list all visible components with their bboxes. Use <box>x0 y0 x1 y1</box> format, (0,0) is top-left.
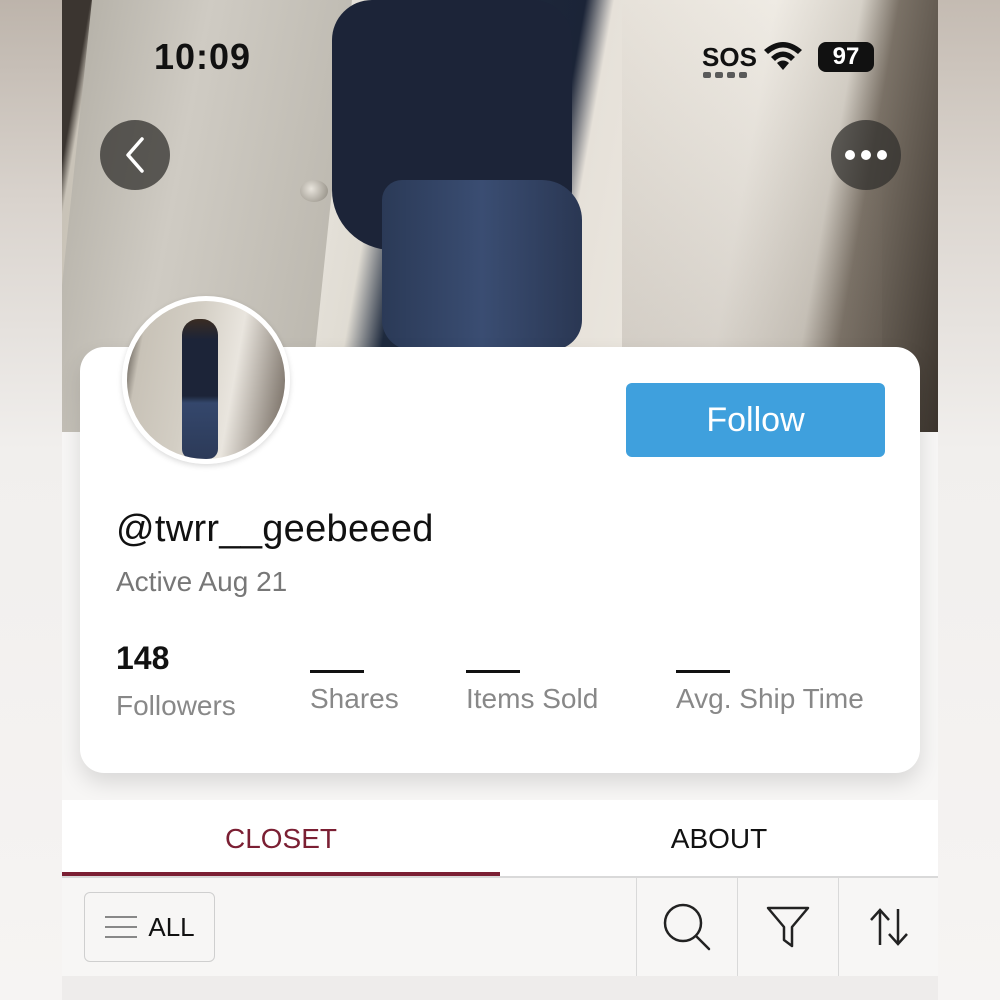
battery-indicator: 97 <box>818 42 874 72</box>
background-right-edge <box>938 0 1000 1000</box>
avatar[interactable] <box>122 296 290 464</box>
username: @twrr__geebeeed <box>116 508 434 550</box>
stat-value: 148 <box>116 640 170 676</box>
stat-label: Followers <box>116 690 236 721</box>
stat-shares: Shares <box>310 640 399 715</box>
category-all-label: ALL <box>148 911 195 942</box>
filter-icon <box>766 906 810 948</box>
back-button[interactable] <box>100 120 170 190</box>
tab-closet[interactable]: CLOSET <box>62 800 500 878</box>
menu-icon <box>105 916 138 938</box>
status-carrier: SOS <box>702 42 757 72</box>
stat-items-sold: Items Sold <box>466 640 598 715</box>
stat-label: Items Sold <box>466 683 599 714</box>
last-active: Active Aug 21 <box>116 566 288 597</box>
wifi-icon <box>764 42 802 70</box>
stat-empty-dash <box>676 670 730 673</box>
app-screen: 10:09 SOS 97 Follow @twrr__geebeeed Acti… <box>62 0 938 1000</box>
stat-followers[interactable]: 148 Followers <box>116 640 236 722</box>
stat-avg-ship-time: Avg. Ship Time <box>676 640 864 715</box>
avatar-figure <box>182 319 218 459</box>
follow-button[interactable]: Follow <box>626 383 885 457</box>
stat-label: Avg. Ship Time <box>676 683 864 714</box>
sort-icon <box>870 908 908 946</box>
background-left-edge <box>0 0 62 1000</box>
filter-button[interactable] <box>737 878 838 976</box>
category-all-button[interactable]: ALL <box>84 892 215 962</box>
search-button[interactable] <box>636 878 737 976</box>
cover-photo-knob <box>300 180 328 202</box>
more-options-button[interactable] <box>831 120 901 190</box>
more-horizontal-icon <box>845 150 887 160</box>
sort-button[interactable] <box>838 878 938 976</box>
signal-icon <box>703 72 747 78</box>
tab-about[interactable]: ABOUT <box>500 800 938 878</box>
profile-tabs: CLOSET ABOUT <box>62 800 938 878</box>
closet-toolbar: ALL <box>62 878 938 976</box>
content-area-top <box>62 976 938 1000</box>
search-icon <box>663 903 711 951</box>
chevron-left-icon <box>126 137 144 173</box>
stat-empty-dash <box>310 670 364 673</box>
status-time: 10:09 <box>154 36 252 77</box>
stat-empty-dash <box>466 670 520 673</box>
cover-photo-jeans <box>382 180 582 350</box>
stat-label: Shares <box>310 683 399 714</box>
